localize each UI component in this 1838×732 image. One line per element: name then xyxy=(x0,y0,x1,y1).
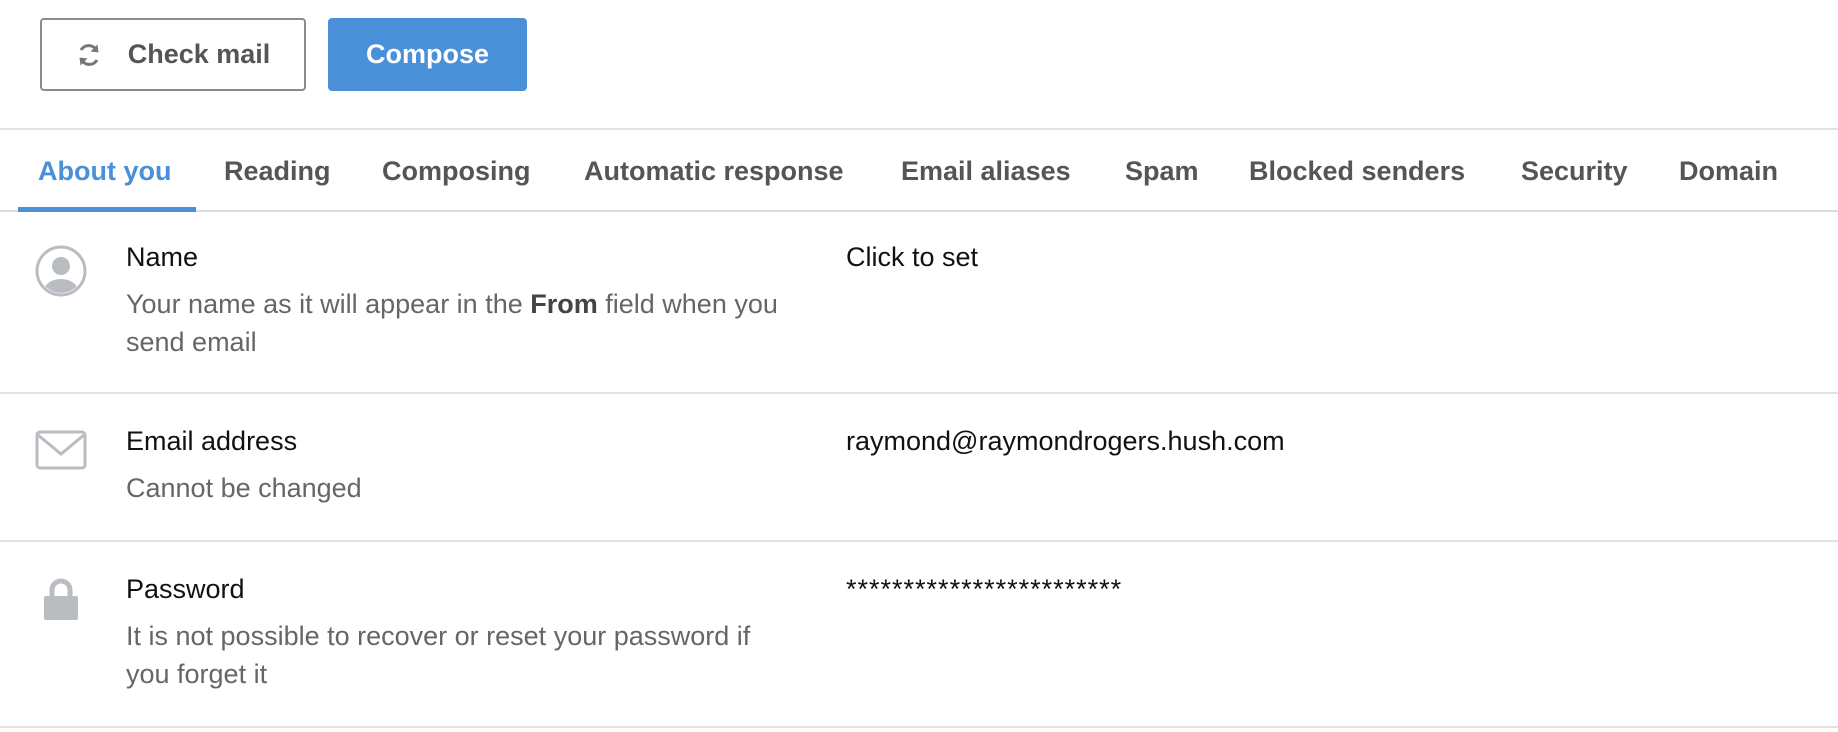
from-field-label: From xyxy=(530,289,598,319)
tab-composing[interactable]: Composing xyxy=(382,130,531,212)
settings-tabs: About you Reading Composing Automatic re… xyxy=(0,128,1838,212)
tab-domain[interactable]: Domain xyxy=(1679,130,1778,212)
compose-button[interactable]: Compose xyxy=(328,18,527,91)
check-mail-label: Check mail xyxy=(127,39,271,69)
setting-row-email: Email address Cannot be changed raymond@… xyxy=(0,394,1838,542)
setting-row-name: Name Your name as it will appear in the … xyxy=(0,212,1838,394)
tab-security[interactable]: Security xyxy=(1521,130,1628,212)
toolbar: Check mail Compose xyxy=(0,0,1838,128)
tab-automatic-response[interactable]: Automatic response xyxy=(584,130,844,212)
setting-title: Email address xyxy=(126,426,298,456)
name-value-link[interactable]: Click to set xyxy=(846,242,978,273)
user-avatar-icon xyxy=(34,244,88,303)
refresh-icon xyxy=(76,42,102,68)
tab-spam[interactable]: Spam xyxy=(1125,130,1199,212)
tab-blocked-senders[interactable]: Blocked senders xyxy=(1249,130,1465,212)
setting-description: Cannot be changed xyxy=(126,473,362,503)
compose-label: Compose xyxy=(365,39,490,69)
lock-icon xyxy=(42,578,80,627)
email-address-value: raymond@raymondrogers.hush.com xyxy=(846,426,1285,456)
tab-email-aliases[interactable]: Email aliases xyxy=(901,130,1071,212)
setting-description: Your name as it will appear in the From … xyxy=(126,289,778,357)
check-mail-button[interactable]: Check mail xyxy=(40,18,306,91)
tab-about-you[interactable]: About you xyxy=(38,130,171,212)
password-value[interactable]: ************************ xyxy=(846,574,1122,605)
setting-title: Name xyxy=(126,242,199,272)
setting-title: Password xyxy=(126,574,245,604)
tab-reading[interactable]: Reading xyxy=(224,130,331,212)
envelope-icon xyxy=(34,428,88,477)
setting-row-password: Password It is not possible to recover o… xyxy=(0,542,1838,728)
setting-description: It is not possible to recover or reset y… xyxy=(126,621,751,689)
